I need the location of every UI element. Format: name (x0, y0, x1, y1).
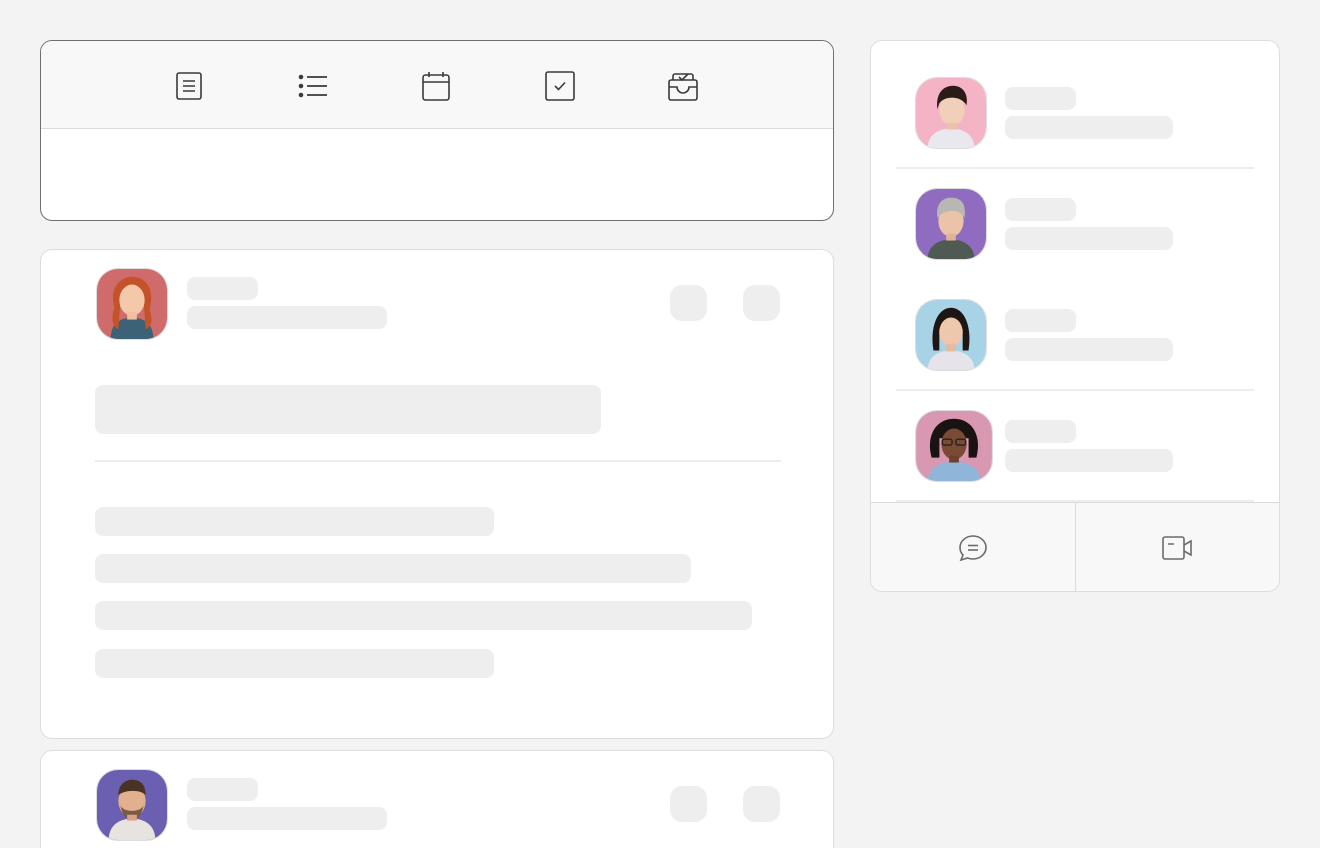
contact-status-placeholder (1005, 227, 1173, 250)
author-name-placeholder (187, 277, 258, 300)
contacts-list (871, 41, 1279, 502)
video-camera-icon (1162, 536, 1193, 560)
avatar-photo (97, 269, 167, 339)
composer-toolbar (41, 41, 833, 129)
calendar-tool-button[interactable] (420, 70, 452, 102)
post-line-placeholder (95, 649, 494, 678)
contact-status-placeholder (1005, 449, 1173, 472)
post-action-button[interactable] (670, 786, 707, 822)
post-line-placeholder (95, 601, 752, 630)
post-divider (95, 460, 781, 462)
contact-item[interactable] (871, 58, 1279, 169)
document-tool-button[interactable] (173, 70, 205, 102)
contact-item[interactable] (871, 391, 1279, 502)
contact-name-placeholder (1005, 87, 1076, 110)
post-menu-button[interactable] (743, 786, 780, 822)
list-tool-button[interactable] (297, 70, 329, 102)
inbox-check-icon (668, 73, 698, 101)
list-icon (298, 74, 327, 98)
post-line-placeholder (95, 507, 494, 536)
inbox-tool-button[interactable] (667, 70, 699, 102)
contacts-actions (871, 502, 1280, 591)
chat-button[interactable] (871, 503, 1075, 591)
post-meta-placeholder (187, 807, 387, 830)
avatar[interactable] (96, 769, 168, 841)
post-card (40, 750, 834, 848)
post-menu-button[interactable] (743, 285, 780, 321)
composer-input[interactable] (41, 129, 833, 219)
post-action-button[interactable] (670, 285, 707, 321)
contacts-panel (870, 40, 1280, 592)
avatar-photo (916, 300, 986, 370)
contact-status-placeholder (1005, 116, 1173, 139)
avatar (915, 299, 987, 371)
avatar-photo (916, 78, 986, 148)
contact-item[interactable] (871, 280, 1279, 391)
checkbox-icon (545, 71, 575, 101)
avatar (915, 410, 993, 482)
contact-name-placeholder (1005, 420, 1076, 443)
document-icon (176, 72, 202, 100)
avatar-photo (916, 189, 986, 259)
post-meta-placeholder (187, 306, 387, 329)
avatar-photo (97, 770, 167, 840)
avatar-photo (916, 411, 992, 481)
contact-item[interactable] (871, 169, 1279, 280)
post-title-placeholder (95, 385, 601, 434)
chat-bubble-icon (958, 535, 987, 562)
calendar-icon (422, 72, 450, 101)
avatar (915, 188, 987, 260)
post-composer (40, 40, 834, 221)
avatar[interactable] (96, 268, 168, 340)
contact-name-placeholder (1005, 198, 1076, 221)
avatar (915, 77, 987, 149)
post-card (40, 249, 834, 739)
author-name-placeholder (187, 778, 258, 801)
task-tool-button[interactable] (544, 70, 576, 102)
contact-status-placeholder (1005, 338, 1173, 361)
post-line-placeholder (95, 554, 691, 583)
video-call-button[interactable] (1074, 503, 1280, 591)
contact-name-placeholder (1005, 309, 1076, 332)
